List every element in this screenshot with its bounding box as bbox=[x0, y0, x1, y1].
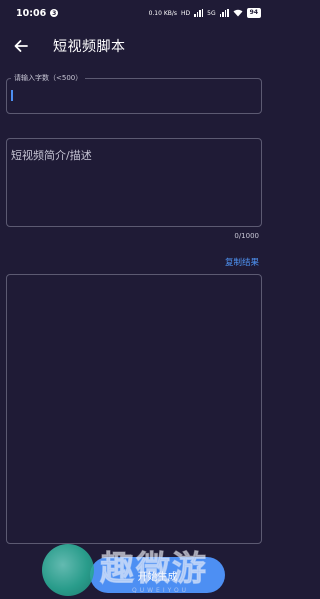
battery-icon: 94 bbox=[246, 8, 261, 18]
status-right: 0.10 KB/s HD 5G 94 bbox=[149, 8, 261, 18]
generate-button-label: 开始生成 bbox=[137, 571, 178, 583]
text-cursor bbox=[11, 90, 13, 101]
wifi-icon bbox=[233, 9, 243, 17]
network-type: 5G bbox=[207, 9, 216, 17]
network-speed: 0.10 KB/s bbox=[148, 9, 178, 17]
status-time: 10:06 bbox=[16, 7, 47, 19]
notification-badge: 3 bbox=[50, 9, 59, 17]
description-field[interactable]: 短视频简介/描述 bbox=[6, 138, 262, 227]
status-left: 10:06 3 bbox=[16, 7, 59, 19]
back-button[interactable] bbox=[1, 26, 41, 66]
page-title: 短视频脚本 bbox=[53, 39, 126, 55]
app-bar: 短视频脚本 bbox=[0, 26, 269, 66]
description-placeholder: 短视频简介/描述 bbox=[11, 149, 92, 162]
character-counter: 0/1000 bbox=[234, 232, 259, 240]
signal-icon-2 bbox=[219, 9, 229, 17]
watermark-logo-icon bbox=[42, 544, 94, 596]
copy-result-link[interactable]: 复制结果 bbox=[225, 256, 259, 268]
word-count-field[interactable]: 请输入字数（<500） bbox=[6, 73, 262, 114]
result-output-box[interactable] bbox=[6, 274, 262, 544]
arrow-left-icon bbox=[14, 40, 28, 52]
hd-icon: HD bbox=[181, 9, 191, 17]
word-count-label: 请输入字数（<500） bbox=[11, 73, 86, 83]
status-bar: 10:06 3 0.10 KB/s HD 5G 94 bbox=[0, 0, 269, 26]
signal-icon bbox=[194, 9, 204, 17]
generate-button[interactable]: 开始生成 bbox=[90, 557, 225, 593]
